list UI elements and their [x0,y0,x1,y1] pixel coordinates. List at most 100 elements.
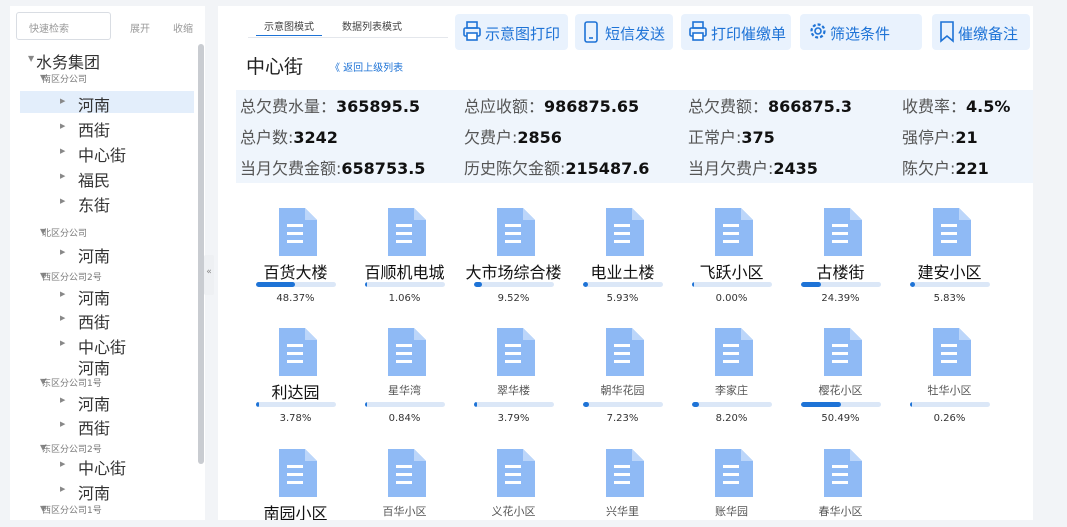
caret-right-icon[interactable]: ▶ [60,122,65,130]
caret-right-icon[interactable]: ▶ [60,460,65,468]
building-card[interactable]: 南园小区 [243,437,348,520]
stat-label: 历史陈欠金额: [464,159,566,178]
stat-item: 当月欠费金额:658753.5 [240,155,425,179]
stat-item: 强停户:21 [902,124,978,148]
caret-right-icon[interactable]: ▶ [60,485,65,493]
caret-right-icon[interactable]: ▶ [60,172,65,180]
tree-node-label: 河南 [78,484,111,503]
app-root: 快速检索 展开 收缩 ▼ 水务集团 ▼ 南区分公司 ▶ 河南 ▶ 西街 ▶ 中心街 ▶ 福民 ▶ 东街 ▼ 北… [0,0,1067,527]
stat-label: 收费率： [902,97,967,116]
arrears-percent: 48.37% [276,293,315,304]
stat-value: 2856 [517,128,562,147]
building-card[interactable]: 百货大楼 48.37% [243,196,348,311]
caret-right-icon[interactable]: ▶ [60,314,65,322]
building-card[interactable]: 百华小区 [352,437,457,520]
building-card[interactable]: 樱花小区 50.49% [788,316,893,431]
building-name: 建安小区 [917,263,982,282]
building-card[interactable]: 利达园 3.78% [243,316,348,431]
tree-node[interactable]: ▼ 南区分公司 [20,71,194,85]
building-card[interactable]: 飞跃小区 0.00% [679,196,784,311]
tree-node[interactable]: ▼ 东区分公司2号 [20,441,194,455]
building-name: 古楼街 [816,263,865,282]
tree-node[interactable]: ▶ 福民 [20,166,194,190]
remark-button[interactable]: 催缴备注 [932,14,1030,50]
back-to-list-link[interactable]: 《 返回上级列表 [330,59,403,74]
tree-node[interactable]: ▶ 西街 [20,414,194,438]
arrears-progress-fill [583,402,589,407]
building-card[interactable]: 李家庄 8.20% [679,316,784,431]
arrears-progress-bar [474,402,554,407]
tree-node[interactable]: ▶ 西街 [20,116,194,140]
arrears-progress-bar [256,402,336,407]
arrears-progress-fill [583,282,588,287]
tree-node[interactable]: ▼ 北区分公司 [20,225,194,239]
print-notice-button[interactable]: 打印催缴单 [681,14,791,50]
building-card[interactable]: 星华湾 0.84% [352,316,457,431]
arrears-progress-fill [692,282,694,287]
caret-down-icon[interactable]: ▼ [28,54,34,63]
building-card[interactable]: 兴华里 [570,437,675,520]
arrears-progress-bar [474,282,554,287]
building-card[interactable]: 百顺机电城 1.06% [352,196,457,311]
building-card[interactable]: 翠华楼 3.79% [461,316,566,431]
tab-list-mode[interactable]: 数据列表模式 [334,12,410,36]
building-card[interactable]: 账华园 [679,437,784,520]
building-card[interactable]: 义花小区 [461,437,566,520]
building-card[interactable]: 大市场综合楼 9.52% [461,196,566,311]
caret-right-icon[interactable]: ▶ [60,396,65,404]
print-diagram-button[interactable]: 示意图打印 [455,14,568,50]
stat-label: 强停户: [902,128,956,147]
tree-node[interactable]: ▶ 中心街 [20,333,194,357]
tree-node[interactable]: ▼ 水务集团 [20,48,194,72]
arrears-percent: 5.83% [933,293,966,304]
collapse-button[interactable]: 收缩 [173,20,193,35]
tree-node-label: 东街 [78,196,111,215]
sidebar-collapse-handle[interactable]: « [204,255,214,295]
building-icon [824,208,862,256]
tree-node[interactable]: ▼ 西区分公司1号 [20,502,194,514]
building-card[interactable]: 古楼街 24.39% [788,196,893,311]
caret-right-icon[interactable]: ▶ [60,97,65,105]
building-icon [606,208,644,256]
stat-item: 欠费户:2856 [464,124,562,148]
tree-node[interactable]: ▶ 河南 [20,242,194,266]
tree-node[interactable]: ▼ 东区分公司1号 [20,375,194,389]
stat-label: 总应收额： [464,97,545,116]
caret-right-icon[interactable]: ▶ [60,147,65,155]
tab-diagram-mode[interactable]: 示意图模式 [256,12,322,36]
tree-node[interactable]: ▶ 中心街 [20,454,194,478]
sms-send-button[interactable]: 短信发送 [575,14,673,50]
caret-right-icon[interactable]: ▶ [60,197,65,205]
phone-icon [584,21,598,43]
tree-node[interactable]: ▶ 河南 [20,284,194,308]
caret-right-icon[interactable]: ▶ [60,290,65,298]
building-name: 利达园 [271,383,320,402]
filter-button[interactable]: 筛选条件 [800,14,922,50]
caret-right-icon[interactable]: ▶ [60,339,65,347]
tree-node[interactable]: 河南 [20,354,194,378]
search-input[interactable]: 快速检索 [16,12,111,40]
caret-right-icon[interactable]: ▶ [60,248,65,256]
tree-node[interactable]: ▶ 河南 [20,390,194,414]
arrears-progress-bar [692,402,772,407]
sidebar: 快速检索 展开 收缩 ▼ 水务集团 ▼ 南区分公司 ▶ 河南 ▶ 西街 ▶ 中心街 ▶ 福民 ▶ 东街 ▼ 北… [10,6,205,520]
tree-node[interactable]: ▶ 中心街 [20,141,194,165]
tree-node-label: 西街 [78,121,111,140]
caret-right-icon[interactable]: ▶ [60,420,65,428]
building-card[interactable]: 建安小区 5.83% [897,196,1002,311]
stat-item: 总应收额：986875.65 [464,93,639,117]
sidebar-scrollbar[interactable] [198,44,204,464]
arrears-progress-fill [365,402,368,407]
building-card[interactable]: 春华小区 [788,437,893,520]
building-card[interactable]: 电业土楼 5.93% [570,196,675,311]
building-card[interactable]: 牡华小区 0.26% [897,316,1002,431]
tree-node[interactable]: ▶ 河南 [20,91,194,115]
tree-node[interactable]: ▶ 河南 [20,479,194,503]
stat-value: 866875.3 [768,97,853,116]
building-card[interactable]: 朝华花园 7.23% [570,316,675,431]
expand-button[interactable]: 展开 [130,20,150,35]
tree-node[interactable]: ▼ 西区分公司2号 [20,269,194,283]
tree-node[interactable]: ▶ 西街 [20,308,194,332]
arrears-progress-bar [801,402,881,407]
tree-node[interactable]: ▶ 东街 [20,191,194,215]
